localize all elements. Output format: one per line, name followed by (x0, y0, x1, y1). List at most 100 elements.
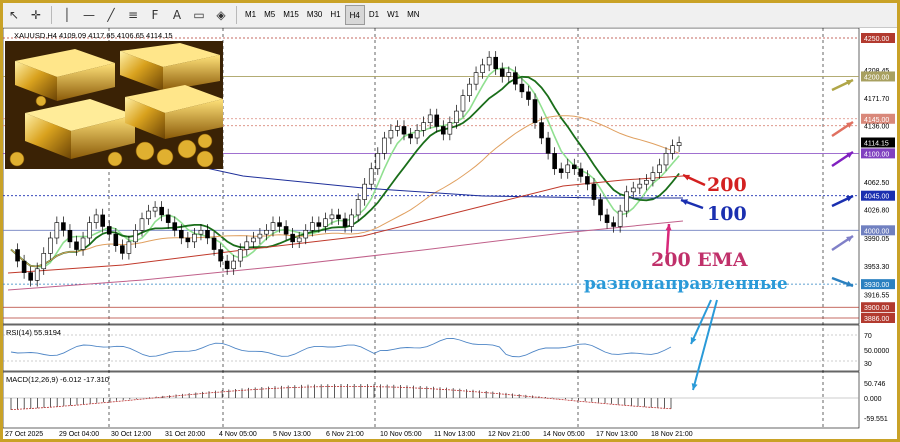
candle-body (617, 210, 623, 227)
crosshair-icon[interactable]: ✛ (25, 5, 47, 25)
price-axis-label: 4000.00 (864, 228, 889, 235)
candle-body (74, 241, 79, 250)
timeframe-m15[interactable]: M15 (279, 5, 303, 25)
timeframe-h4[interactable]: H4 (344, 5, 365, 25)
channel-icon[interactable]: ≡ (122, 5, 144, 25)
candle-body (467, 83, 472, 96)
candle-body (585, 176, 590, 185)
candle-body (152, 206, 158, 212)
time-axis-label: 5 Nov 13:00 (273, 431, 311, 438)
price-axis-label: 4045.00 (864, 194, 889, 201)
timeframe-h1[interactable]: H1 (326, 5, 344, 25)
candle-body (93, 214, 99, 223)
candle-body (637, 183, 643, 189)
candle-body (224, 260, 230, 270)
horizontal-line-icon[interactable]: — (78, 5, 100, 25)
timeframe-w1[interactable]: W1 (383, 5, 403, 25)
candle-body (296, 237, 302, 243)
time-axis-label: 30 Oct 12:00 (111, 431, 151, 438)
candle-body (368, 168, 374, 185)
macd-label: MACD(12,26,9) -6.012 -17.310 (6, 375, 109, 384)
candle-body (165, 214, 171, 223)
timeframe-m1[interactable]: M1 (241, 5, 260, 25)
candle-body (329, 214, 335, 220)
time-axis-label: 18 Nov 21:00 (651, 431, 693, 438)
candle-body (47, 237, 53, 254)
candle-body (237, 249, 243, 262)
annotation-divergent: разнонаправленные (584, 274, 788, 294)
candle-body (630, 187, 636, 193)
time-axis-label: 4 Nov 05:00 (219, 431, 257, 438)
candle-body (650, 172, 656, 181)
timeframe-m30[interactable]: M30 (303, 5, 327, 25)
toolbar-separator (236, 6, 237, 24)
candle-body (460, 95, 466, 112)
candle-body (336, 214, 341, 220)
time-axis-label: 27 Oct 2025 (5, 431, 43, 438)
time-axis-label: 10 Nov 05:00 (380, 431, 422, 438)
candle-body (113, 233, 119, 246)
shapes-icon[interactable]: ◈ (210, 5, 232, 25)
candle-body (211, 237, 217, 250)
symbol-info: XAUUSD,H4 4109.09 4117.65 4106.65 4114.1… (14, 31, 173, 40)
rsi-pane (3, 324, 860, 372)
candle-body (388, 130, 394, 139)
candle-body (362, 183, 368, 200)
price-axis-label: 4200.00 (864, 74, 889, 81)
candle-body (480, 64, 485, 73)
candle-body (526, 91, 531, 100)
toolbar-separator (51, 6, 52, 24)
rsi-axis-label: 50.0000 (864, 348, 889, 355)
time-axis-label: 14 Nov 05:00 (543, 431, 585, 438)
candle-body (545, 137, 551, 154)
time-axis: 27 Oct 2025 29 Oct 04:00 30 Oct 12:00 31 Oc… (5, 431, 693, 438)
candle-body (454, 110, 459, 123)
candle-body (401, 126, 407, 135)
price-axis-label: 4026.80 (864, 208, 889, 215)
time-axis-label: 11 Nov 13:00 (434, 431, 475, 438)
candle-body (54, 222, 60, 239)
candle-body (558, 168, 564, 173)
text-icon[interactable]: A (166, 5, 188, 25)
candle-body (578, 168, 584, 177)
price-axis-label: 3900.00 (864, 305, 889, 312)
candle-body (179, 230, 184, 239)
candle-body (205, 230, 210, 239)
price-axis-label: 3953.30 (864, 264, 889, 271)
candle-body (624, 191, 630, 212)
candle-body (309, 222, 315, 231)
candle-body (395, 126, 400, 131)
candle-body (676, 142, 682, 146)
timeframe-d1[interactable]: D1 (365, 5, 383, 25)
time-axis-label: 17 Nov 13:00 (596, 431, 638, 438)
trendline-icon[interactable]: ╱ (100, 5, 122, 25)
candle-body (290, 233, 295, 243)
candle-body (486, 56, 492, 66)
fibonacci-icon[interactable]: F (144, 5, 166, 25)
candle-body (323, 218, 328, 227)
timeframe-m5[interactable]: M5 (260, 5, 279, 25)
price-axis-label: 4100.00 (864, 151, 889, 158)
rsi-axis-label: 70 (864, 333, 872, 340)
candle-body (61, 222, 66, 231)
price-axis-label: 3886.00 (864, 316, 889, 323)
rsi-axis-label: 30 (864, 361, 872, 368)
candle-body (591, 183, 597, 200)
candle-body (159, 206, 164, 216)
vertical-line-icon[interactable]: │ (56, 5, 78, 25)
candle-body (218, 249, 223, 262)
candle-body (598, 199, 603, 216)
toolbar: ↖ ✛ │ — ╱ ≡ F A ▭ ◈ M1 M5 M15 M30 H1 H4 … (3, 3, 897, 28)
macd-axis-label: 50.746 (864, 381, 886, 388)
candle-body (316, 222, 322, 227)
candle-body (28, 272, 33, 281)
timeframe-mn[interactable]: MN (403, 5, 423, 25)
candle-body (120, 245, 125, 254)
label-icon[interactable]: ▭ (188, 5, 210, 25)
candle-body (663, 153, 669, 166)
candle-body (447, 122, 453, 135)
time-axis-label: 12 Nov 21:00 (488, 431, 530, 438)
annotation-200-ema: 200 EMA (651, 249, 748, 271)
cursor-icon[interactable]: ↖ (3, 5, 25, 25)
annotation-200: 200 (707, 174, 747, 196)
